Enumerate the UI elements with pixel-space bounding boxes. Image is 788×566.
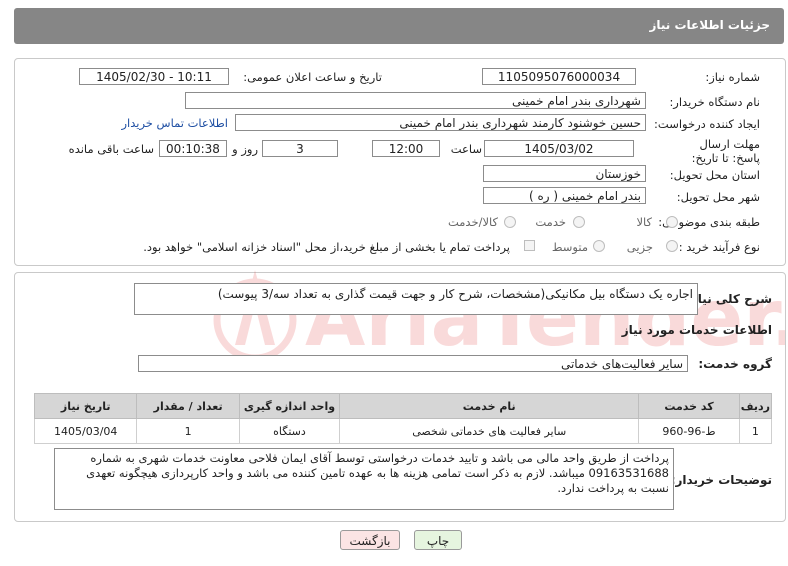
payment-note: پرداخت تمام یا بخشی از مبلغ خرید،از محل … — [143, 240, 510, 254]
cell-row: 1 — [738, 418, 773, 444]
summary-text: اجاره یک دستگاه بیل مکانیکی(مشخصات، شرح … — [217, 287, 693, 301]
category-both-label: کالا/خدمت — [447, 215, 498, 229]
table-row: 1 ط-96-960 سایر فعالیت های خدماتی شخصی د… — [33, 418, 773, 444]
deadline-time-field[interactable]: 12:00 — [372, 140, 440, 157]
col-unit: واحد اندازه گیری — [238, 393, 341, 419]
announce-field[interactable]: 1405/02/30 - 10:11 — [79, 68, 229, 85]
page-title: جزئیات اطلاعات نیاز — [649, 18, 770, 32]
buyer-notes-textarea[interactable]: پرداخت از طریق واحد مالی می باشد و تایید… — [54, 448, 674, 510]
cell-date: 1405/03/04 — [33, 418, 138, 444]
buyer-org-label: نام دستگاه خریدار: — [669, 95, 760, 109]
category-service-radio[interactable] — [573, 216, 585, 228]
process-medium-label: متوسط — [551, 240, 588, 254]
process-minor-radio[interactable] — [666, 240, 678, 252]
creator-label: ایجاد کننده درخواست: — [654, 117, 760, 131]
category-both-radio[interactable] — [504, 216, 516, 228]
col-qty: تعداد / مقدار — [136, 393, 240, 419]
remaining-time-field[interactable]: 00:10:38 — [159, 140, 227, 157]
col-row: ردیف — [738, 393, 773, 419]
days-label: روز و — [232, 142, 258, 156]
category-goods-radio[interactable] — [666, 216, 678, 228]
deadline-date-field[interactable]: 1405/03/02 — [484, 140, 634, 157]
days-field[interactable]: 3 — [262, 140, 338, 157]
services-table: ردیف کد خدمت نام خدمت واحد اندازه گیری ت… — [33, 393, 773, 444]
print-button[interactable]: چاپ — [414, 530, 462, 550]
back-button[interactable]: بازگشت — [340, 530, 400, 550]
treasury-checkbox[interactable] — [524, 240, 535, 251]
services-section-title: اطلاعات خدمات مورد نیاز — [621, 323, 772, 337]
summary-textarea[interactable]: اجاره یک دستگاه بیل مکانیکی(مشخصات، شرح … — [134, 283, 698, 315]
announce-label: تاریخ و ساعت اعلان عمومی: — [243, 70, 382, 84]
col-name: نام خدمت — [339, 393, 640, 419]
process-label: نوع فرآیند خرید : — [678, 240, 760, 254]
buyer-notes-text: پرداخت از طریق واحد مالی می باشد و تایید… — [86, 451, 669, 495]
province-field[interactable]: خوزستان — [483, 165, 646, 182]
contact-buyer-link[interactable]: اطلاعات تماس خریدار — [121, 116, 228, 130]
city-field[interactable]: بندر امام خمینی ( ره ) — [483, 187, 646, 204]
province-label: استان محل تحویل: — [669, 168, 760, 182]
page-header: جزئیات اطلاعات نیاز — [14, 8, 784, 44]
services-table-header: ردیف کد خدمت نام خدمت واحد اندازه گیری ت… — [33, 393, 773, 419]
need-number-label: شماره نیاز: — [705, 70, 760, 84]
col-code: کد خدمت — [638, 393, 740, 419]
summary-label: شرح کلی نیاز: — [686, 292, 772, 306]
col-date: تاریخ نیاز — [33, 393, 138, 419]
city-label: شهر محل تحویل: — [676, 190, 760, 204]
category-goods-label: کالا — [636, 215, 652, 229]
buyer-org-field[interactable]: شهرداری بندر امام خمینی — [185, 92, 646, 109]
remaining-label: ساعت باقی مانده — [68, 142, 154, 156]
process-medium-radio[interactable] — [593, 240, 605, 252]
deadline-time-label: ساعت — [450, 142, 482, 156]
service-group-field[interactable]: سایر فعالیت‌های خدماتی — [138, 355, 688, 372]
process-minor-label: جزیی — [626, 240, 653, 254]
creator-field[interactable]: حسین خوشنود کارمند شهرداری بندر امام خمی… — [235, 114, 646, 131]
cell-name: سایر فعالیت های خدماتی شخصی — [339, 418, 640, 444]
cell-qty: 1 — [136, 418, 240, 444]
buyer-notes-label: توضیحات خریدار: — [670, 473, 772, 487]
cell-code: ط-96-960 — [638, 418, 740, 444]
cell-unit: دستگاه — [238, 418, 341, 444]
category-service-label: خدمت — [535, 215, 566, 229]
deadline-label: مهلت ارسال پاسخ: تا تاریخ: — [691, 137, 760, 165]
service-group-label: گروه خدمت: — [698, 357, 772, 371]
need-number-field[interactable]: 1105095076000034 — [482, 68, 636, 85]
need-info-panel — [14, 58, 786, 266]
